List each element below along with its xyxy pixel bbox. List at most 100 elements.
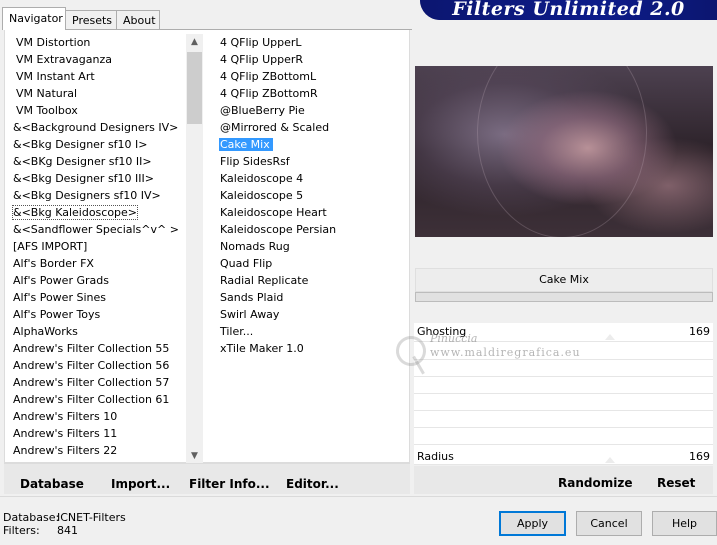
category-item[interactable]: Andrew's Filter Collection 55 [5, 340, 187, 357]
filter-item[interactable]: Kaleidoscope Heart [217, 204, 407, 221]
filter-item[interactable]: Radial Replicate [217, 272, 407, 289]
category-item[interactable]: &<BKg Designer sf10 II> [5, 153, 187, 170]
filter-item[interactable]: @BlueBerry Pie [217, 102, 407, 119]
category-item[interactable]: VM Extravaganza [5, 51, 187, 68]
category-scrollbar[interactable]: ▲ ▼ [186, 34, 203, 465]
status-area: Database: ICNET-Filters Filters: 841 App… [0, 496, 717, 545]
filter-item-label: xTile Maker 1.0 [220, 342, 304, 355]
category-list[interactable]: VM Distortion VM Extravaganza VM Instant A… [5, 34, 187, 464]
filter-item[interactable]: Nomads Rug [217, 238, 407, 255]
progress-bar [415, 292, 713, 302]
filter-item[interactable]: Swirl Away [217, 306, 407, 323]
category-item-label: VM Natural [16, 87, 78, 100]
filter-item[interactable]: Kaleidoscope 5 [217, 187, 407, 204]
category-item[interactable]: VM Instant Art [5, 68, 187, 85]
filter-item[interactable]: 4 QFlip UpperL [217, 34, 407, 51]
database-value: ICNET-Filters [57, 511, 126, 524]
help-button[interactable]: Help [652, 511, 717, 536]
category-item[interactable]: Alf's Power Sines [5, 289, 187, 306]
filter-item-label: Kaleidoscope 5 [220, 189, 304, 202]
category-item-label: &<BKg Designer sf10 II> [13, 155, 152, 168]
filter-item[interactable]: 4 QFlip ZBottomL [217, 68, 407, 85]
category-item[interactable]: Andrew's Filter Collection 56 [5, 357, 187, 374]
filter-item[interactable]: Cake Mix [217, 136, 407, 153]
filter-item[interactable]: xTile Maker 1.0 [217, 340, 407, 357]
param-ghosting[interactable]: Ghosting 169 [414, 324, 713, 340]
cancel-button[interactable]: Cancel [576, 511, 642, 536]
category-item[interactable]: &<Bkg Designer sf10 III> [5, 170, 187, 187]
filter-item-label: 4 QFlip ZBottomR [220, 87, 318, 100]
radius-slider[interactable] [414, 457, 713, 465]
slider-notch-icon [605, 334, 615, 340]
category-item[interactable]: &<Bkg Designer sf10 I> [5, 136, 187, 153]
filter-item-label: Cake Mix [219, 138, 273, 151]
param-divider [414, 393, 713, 394]
category-item[interactable]: VM Natural [5, 85, 187, 102]
category-item[interactable]: Alf's Power Toys [5, 306, 187, 323]
filter-item[interactable]: Quad Flip [217, 255, 407, 272]
category-item[interactable]: &<Bkg Kaleidoscope> [5, 204, 187, 221]
param-divider [414, 444, 713, 445]
category-item-label: Andrew's Filter Collection 56 [13, 359, 170, 372]
tab-presets[interactable]: Presets [65, 10, 117, 30]
category-item-label: Alf's Border FX [13, 257, 94, 270]
category-item-label: Andrew's Filter Collection 57 [13, 376, 170, 389]
filter-item-label: Radial Replicate [220, 274, 309, 287]
param-radius-label: Radius [417, 450, 454, 463]
category-item[interactable]: VM Toolbox [5, 102, 187, 119]
tab-bar: Navigator Presets About [2, 7, 160, 30]
filter-item[interactable]: Sands Plaid [217, 289, 407, 306]
database-button[interactable]: Database [20, 476, 84, 492]
category-item[interactable]: &<Bkg Designers sf10 IV> [5, 187, 187, 204]
filter-item[interactable]: 4 QFlip UpperR [217, 51, 407, 68]
filter-item-label: Kaleidoscope Heart [220, 206, 327, 219]
category-item[interactable]: VM Distortion [5, 34, 187, 51]
category-item-label: [AFS IMPORT] [13, 240, 88, 253]
ghosting-slider[interactable] [414, 334, 713, 342]
editor-button[interactable]: Editor... [286, 476, 339, 492]
param-divider [414, 410, 713, 411]
filter-item[interactable]: Tiler... [217, 323, 407, 340]
scroll-up-icon[interactable]: ▲ [186, 34, 203, 51]
navigator-toolbar: Database Import... Filter Info... Editor… [4, 463, 410, 494]
category-item-label: Alf's Power Toys [13, 308, 101, 321]
title-banner: Filters Unlimited 2.0 [420, 0, 717, 20]
category-item[interactable]: &<Sandflower Specials^v^ > [5, 221, 187, 238]
tab-about[interactable]: About [116, 10, 160, 30]
filter-item-label: Quad Flip [220, 257, 273, 270]
filter-item[interactable]: Kaleidoscope Persian [217, 221, 407, 238]
category-item[interactable]: [AFS IMPORT] [5, 238, 187, 255]
param-ghosting-label: Ghosting [417, 325, 467, 338]
apply-button[interactable]: Apply [499, 511, 566, 536]
filter-list[interactable]: 4 QFlip UpperL 4 QFlip UpperR 4 QFlip ZBot… [217, 34, 407, 364]
category-item[interactable]: Alf's Border FX [5, 255, 187, 272]
filter-item[interactable]: Kaleidoscope 4 [217, 170, 407, 187]
parameter-toolbar: Randomize Reset [414, 466, 713, 494]
filter-item-label: @Mirrored & Scaled [220, 121, 330, 134]
filter-info-button[interactable]: Filter Info... [189, 476, 270, 492]
tab-navigator[interactable]: Navigator [2, 7, 66, 30]
category-item[interactable]: Andrew's Filter Collection 61 [5, 391, 187, 408]
category-item-label: AlphaWorks [13, 325, 78, 338]
category-item[interactable]: Andrew's Filters 22 [5, 442, 187, 459]
scrollbar-thumb[interactable] [187, 52, 202, 124]
filter-item-label: Kaleidoscope 4 [220, 172, 304, 185]
param-divider [414, 376, 713, 377]
filter-item[interactable]: 4 QFlip ZBottomR [217, 85, 407, 102]
category-item[interactable]: Andrew's Filters 11 [5, 425, 187, 442]
category-item-label: Alf's Power Sines [13, 291, 106, 304]
filter-item-label: Flip SidesRsf [220, 155, 290, 168]
reset-button[interactable]: Reset [657, 475, 695, 491]
param-radius[interactable]: Radius 169 [414, 449, 713, 465]
category-item-label: &<Bkg Designers sf10 IV> [13, 189, 161, 202]
category-item[interactable]: &<Background Designers IV> [5, 119, 187, 136]
category-item[interactable]: Andrew's Filters 10 [5, 408, 187, 425]
import-button[interactable]: Import... [111, 476, 170, 492]
filter-item[interactable]: Flip SidesRsf [217, 153, 407, 170]
category-item[interactable]: Andrew's Filter Collection 57 [5, 374, 187, 391]
category-item-label: Andrew's Filter Collection 61 [13, 393, 170, 406]
category-item[interactable]: Alf's Power Grads [5, 272, 187, 289]
category-item[interactable]: AlphaWorks [5, 323, 187, 340]
filter-item[interactable]: @Mirrored & Scaled [217, 119, 407, 136]
randomize-button[interactable]: Randomize [558, 475, 632, 491]
